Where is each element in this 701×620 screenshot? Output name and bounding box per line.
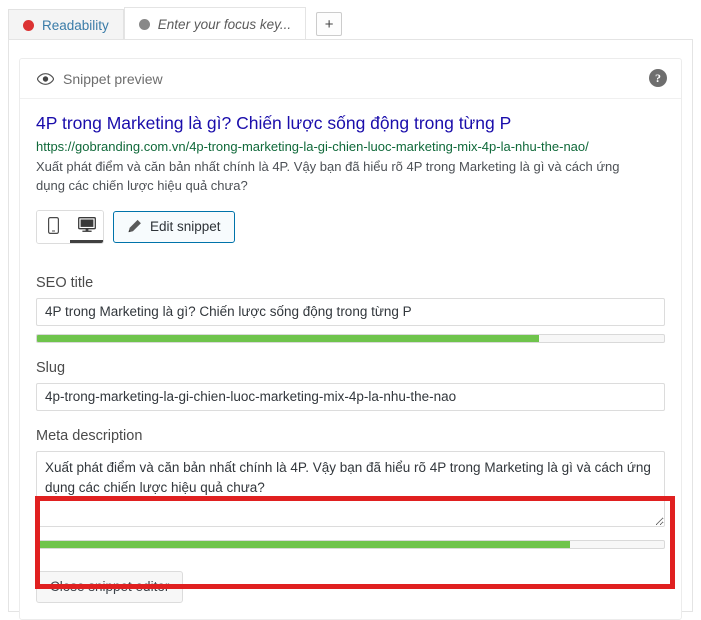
snippet-toolbar: Edit snippet bbox=[36, 209, 665, 244]
readability-status-dot bbox=[23, 19, 34, 31]
snippet-preview-header: Snippet preview ? bbox=[20, 59, 681, 99]
eye-icon bbox=[37, 72, 54, 85]
meta-description-progress-bar bbox=[36, 539, 665, 549]
tab-focus-keyword-label: Enter your focus key... bbox=[157, 16, 292, 32]
tab-focus-keyword[interactable]: Enter your focus key... bbox=[123, 7, 307, 40]
snippet-editor-fields: SEO title Slug Meta description bbox=[20, 275, 681, 619]
edit-snippet-button[interactable]: Edit snippet bbox=[113, 210, 235, 243]
slug-input[interactable] bbox=[36, 382, 665, 411]
meta-description-label: Meta description bbox=[36, 427, 143, 444]
device-preview-toggle bbox=[36, 209, 104, 244]
analysis-tab-bar: Readability Enter your focus key... + bbox=[8, 7, 693, 40]
snippet-preview-title: Snippet preview bbox=[63, 70, 163, 87]
focus-keyword-status-dot bbox=[138, 18, 150, 30]
mobile-preview-button[interactable] bbox=[37, 210, 70, 243]
meta-description-progress-fill bbox=[37, 540, 570, 548]
mobile-phone-icon bbox=[48, 216, 59, 234]
snippet-url-preview[interactable]: https://gobranding.com.vn/4p-trong-marke… bbox=[36, 138, 665, 156]
seo-title-progress-bar bbox=[36, 333, 665, 343]
tab-readability-label: Readability bbox=[42, 17, 109, 33]
snippet-title-preview[interactable]: 4P trong Marketing là gì? Chiến lược sốn… bbox=[36, 112, 665, 135]
seo-title-label: SEO title bbox=[36, 274, 94, 291]
seo-title-input[interactable] bbox=[36, 297, 665, 326]
desktop-monitor-icon bbox=[77, 217, 96, 233]
yoast-metabox-panel: Snippet preview ? 4P trong Marketing là … bbox=[8, 39, 693, 620]
snippet-preview-card: Snippet preview ? 4P trong Marketing là … bbox=[19, 58, 682, 620]
meta-description-field: Meta description bbox=[36, 428, 665, 549]
desktop-preview-button[interactable] bbox=[70, 210, 103, 243]
seo-title-field: SEO title bbox=[36, 275, 665, 343]
slug-field: Slug bbox=[36, 360, 665, 411]
slug-label: Slug bbox=[36, 359, 66, 376]
pencil-icon bbox=[128, 220, 141, 233]
help-icon[interactable]: ? bbox=[649, 69, 667, 87]
close-snippet-editor-button[interactable]: Close snippet editor bbox=[36, 570, 184, 603]
snippet-preview-body: 4P trong Marketing là gì? Chiến lược sốn… bbox=[20, 99, 681, 258]
tab-readability[interactable]: Readability bbox=[8, 9, 124, 40]
add-keyword-button[interactable]: + bbox=[316, 12, 343, 36]
yoast-snippet-editor-screen: Readability Enter your focus key... + Sn… bbox=[0, 0, 701, 620]
meta-description-input[interactable] bbox=[36, 450, 665, 527]
seo-title-progress-fill bbox=[37, 334, 539, 342]
snippet-description-preview: Xuất phát điểm và căn bản nhất chính là … bbox=[36, 159, 620, 194]
edit-snippet-label: Edit snippet bbox=[150, 219, 221, 235]
